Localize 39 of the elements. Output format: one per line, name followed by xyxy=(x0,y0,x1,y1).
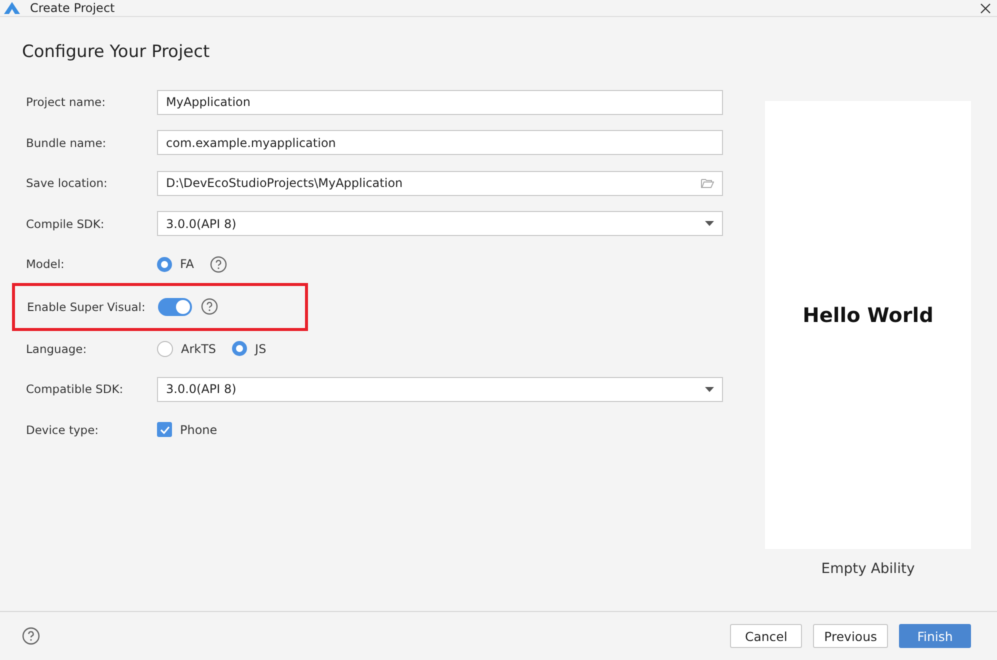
field-label: Device type: xyxy=(26,422,100,437)
option-label: JS xyxy=(255,342,266,356)
preview-text: Hello World xyxy=(802,303,934,327)
option-label: FA xyxy=(180,257,194,272)
dropdown-field[interactable]: 3.0.0(API 8) xyxy=(157,376,723,402)
help-icon[interactable] xyxy=(22,627,40,645)
radio-button[interactable] xyxy=(232,341,248,356)
help-icon[interactable] xyxy=(201,298,218,315)
option-label: Phone xyxy=(180,422,218,437)
option-label: ArkTS xyxy=(181,342,216,356)
dialog-button[interactable]: Previous xyxy=(813,624,888,648)
field-label: Compatible SDK: xyxy=(26,382,124,396)
input-field[interactable]: com.example.myapplication xyxy=(157,130,723,156)
input-field[interactable]: MyApplication xyxy=(157,90,723,115)
dialog-button[interactable]: Finish xyxy=(899,624,971,648)
field-label: Model: xyxy=(26,257,66,272)
close-icon[interactable] xyxy=(980,2,991,14)
field-label: Enable Super Visual: xyxy=(27,300,146,314)
folder-icon[interactable] xyxy=(701,178,714,188)
field-label: Bundle name: xyxy=(26,136,108,150)
checkmark-icon xyxy=(160,426,170,434)
help-icon[interactable] xyxy=(210,256,228,273)
window-title: Create Project xyxy=(30,1,116,15)
dropdown-field[interactable]: 3.0.0(API 8) xyxy=(157,211,723,236)
field-label: Project name: xyxy=(26,95,106,110)
app-logo-icon xyxy=(4,2,20,14)
toggle-switch[interactable] xyxy=(158,298,192,316)
field-label: Compile SDK: xyxy=(26,216,106,231)
page-heading: Configure Your Project xyxy=(22,42,210,62)
input-field[interactable]: D:\DevEcoStudioProjects\MyApplication xyxy=(157,170,723,196)
field-label: Language: xyxy=(26,342,88,356)
caret-icon xyxy=(705,221,714,226)
field-label: Save location: xyxy=(26,176,108,190)
dialog-button[interactable]: Cancel xyxy=(730,624,802,648)
template-caption: Empty Ability xyxy=(821,561,915,577)
radio-button[interactable] xyxy=(157,340,173,357)
checkbox[interactable] xyxy=(157,422,172,438)
radio-button[interactable] xyxy=(157,256,172,272)
caret-icon xyxy=(705,386,714,392)
